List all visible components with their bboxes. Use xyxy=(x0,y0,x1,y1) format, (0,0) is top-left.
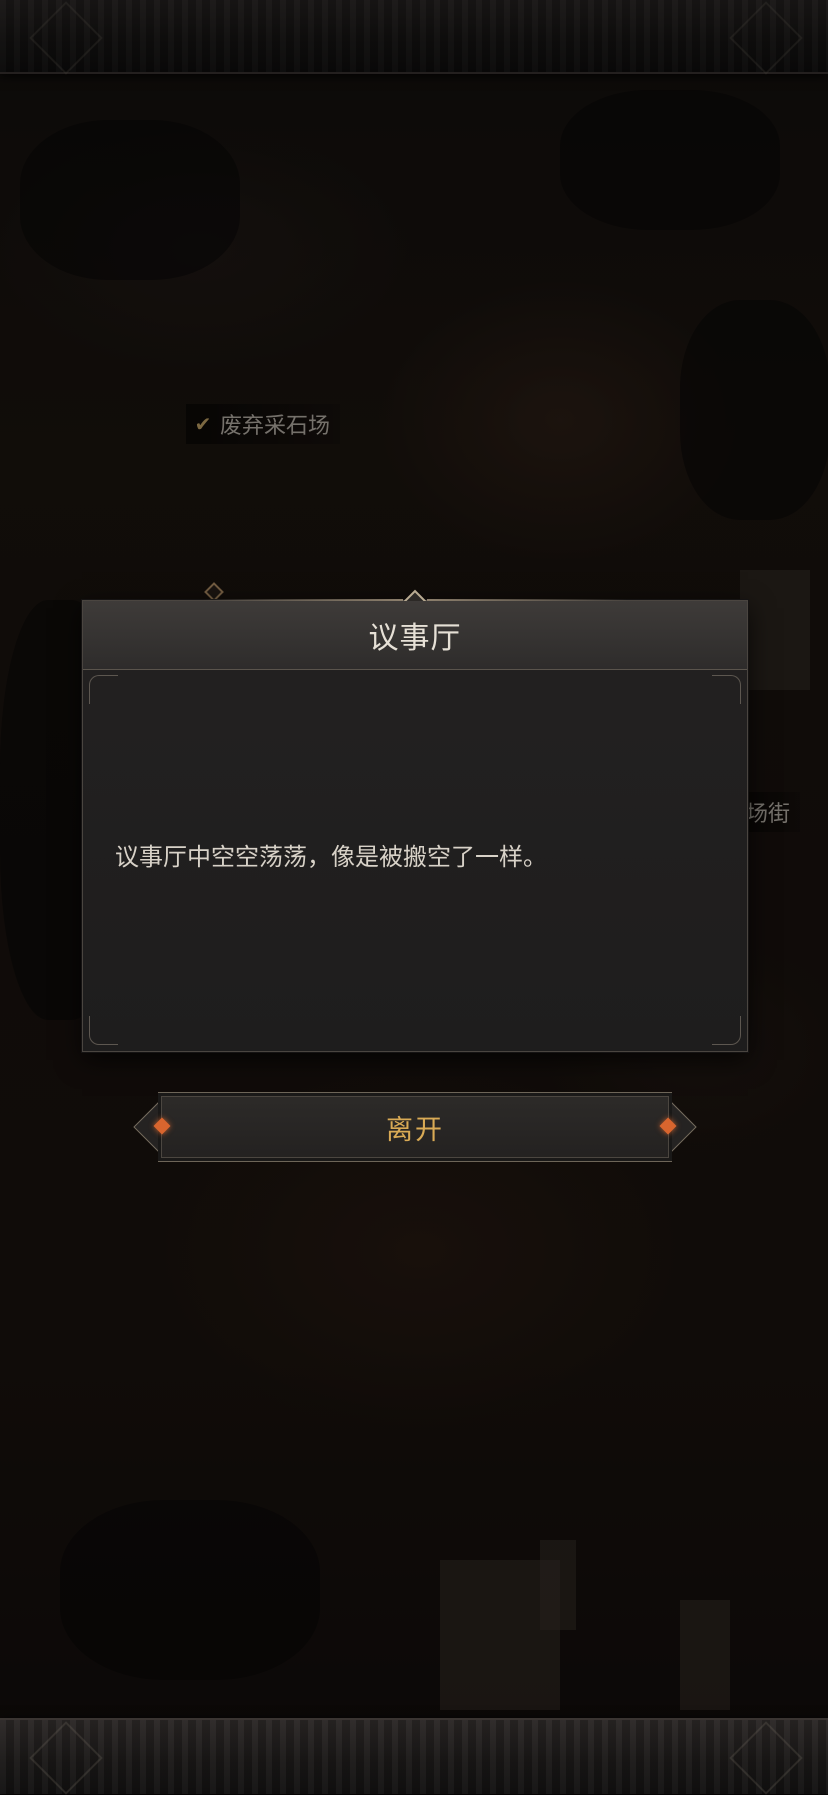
corner-ornament xyxy=(89,1016,118,1045)
frame-ornament xyxy=(29,1721,103,1795)
bottom-frame xyxy=(0,1718,828,1795)
dialog-header: 议事厅 xyxy=(83,601,747,670)
frame-ornament xyxy=(729,1721,803,1795)
leave-button-label: 离开 xyxy=(386,1114,444,1146)
leave-button[interactable]: 离开 xyxy=(133,1092,697,1162)
corner-ornament xyxy=(712,675,741,704)
corner-ornament xyxy=(712,1016,741,1045)
dialog-message: 议事厅中空空荡荡，像是被搬空了一样。 xyxy=(115,843,547,871)
corner-ornament xyxy=(89,675,118,704)
event-dialog: 议事厅 议事厅中空空荡荡，像是被搬空了一样。 xyxy=(82,589,748,1052)
dialog-title: 议事厅 xyxy=(368,621,462,656)
